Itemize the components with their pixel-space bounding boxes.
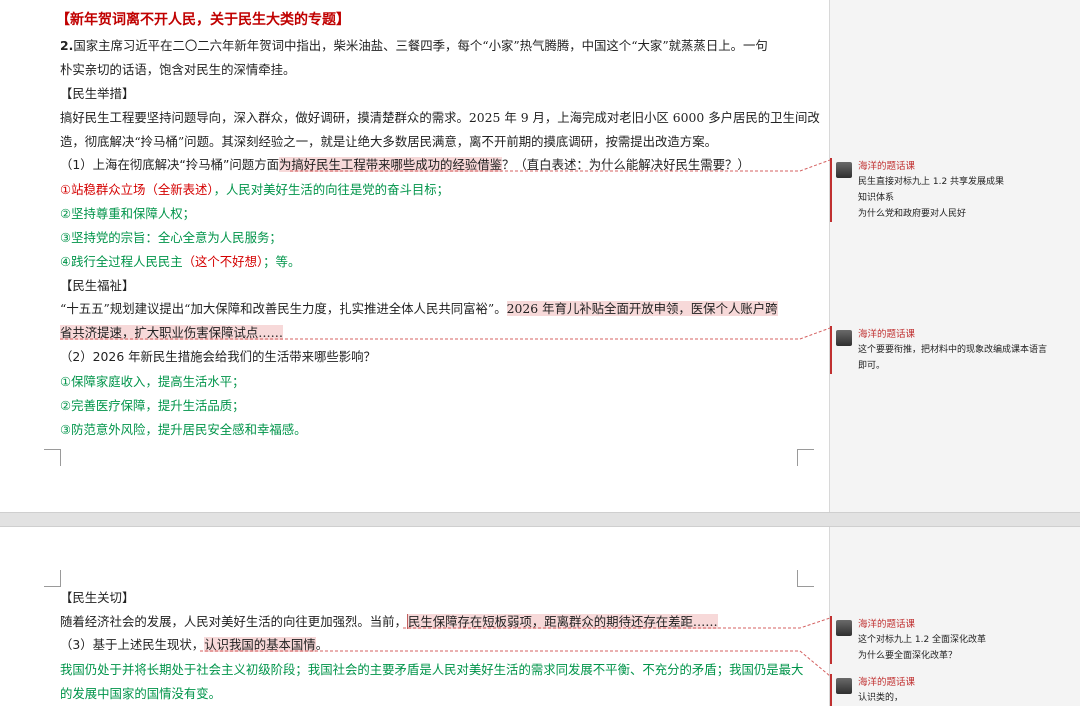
question-2: （2）2026 年新民生措施会给我们的生活带来哪些影响？ bbox=[60, 349, 376, 364]
comment-margin-pane bbox=[829, 0, 1080, 512]
comment-author: 海洋的题话课 bbox=[858, 329, 916, 340]
question-3: （3）基于上述民生现状，认识我国的基本国情。 bbox=[60, 635, 328, 653]
page-corner-mark bbox=[797, 570, 814, 587]
answer-c2: 的发展中国家的国情没有变。 bbox=[60, 686, 222, 701]
comment-author: 海洋的题话课 bbox=[858, 677, 916, 688]
page-corner-mark bbox=[44, 570, 61, 587]
q1-text-b: ？（直白表述：为什么能解决好民生需要？） bbox=[502, 157, 750, 172]
comment-bar bbox=[830, 158, 832, 222]
answer-1-green: ，人民对美好生活的向往是党的奋斗目标； bbox=[213, 182, 450, 197]
question-1: （1）上海在彻底解决“拎马桶”问题方面为搞好民生工程带来哪些成功的经验借鉴？（直… bbox=[60, 155, 750, 173]
answer-4-green-b: ；等。 bbox=[263, 254, 301, 269]
para2-highlight-2[interactable]: 省共济提速，扩大职业伤害保障试点…… bbox=[60, 325, 284, 340]
avatar bbox=[836, 162, 852, 178]
para1-line-1: 搞好民生工程要坚持问题导向，深入群众，做好调研，摸清楚群众的需求。2025 年 … bbox=[60, 110, 820, 125]
question-number: 2. bbox=[60, 38, 74, 53]
avatar bbox=[836, 330, 852, 346]
avatar bbox=[836, 620, 852, 636]
answer-3: ③坚持党的宗旨：全心全意为人民服务； bbox=[60, 230, 282, 245]
para2-highlight-1[interactable]: 2026 年育儿补贴全面开放申领，医保个人账户跨 bbox=[506, 301, 778, 316]
para2-line-2: 省共济提速，扩大职业伤害保障试点…… bbox=[60, 323, 284, 341]
answer-2: ②坚持尊重和保障人权； bbox=[60, 206, 196, 221]
page-corner-mark bbox=[797, 449, 814, 466]
section-heading-concerns: 【民生关切】 bbox=[60, 590, 135, 605]
comment-text: 民生直接对标九上 1.2 共享发展成果 知识体系 为什么党和政府要对人民好 bbox=[858, 177, 1005, 219]
comment-bar bbox=[830, 674, 832, 706]
answer-4-green-a: ④践行全过程人民民主 bbox=[60, 254, 183, 269]
comment-author: 海洋的题话课 bbox=[858, 161, 916, 172]
answer-4-red: （这个不好想） bbox=[182, 254, 264, 269]
comment-2[interactable]: 海洋的题话课 这个要要衔推，把材料中的现象改编成课本语言 即可。 bbox=[830, 326, 1075, 374]
q1-text-a: （1）上海在彻底解决“拎马桶”问题方面 bbox=[60, 157, 279, 172]
para3-line-1: 随着经济社会的发展，人民对美好生活的向往更加强烈。当前，民生保障存在短板弱项，距… bbox=[60, 612, 718, 630]
intro-line-1: 2.国家主席习近平在二〇二六年新年贺词中指出，柴米油盐、三餐四季，每个“小家”热… bbox=[60, 36, 768, 54]
para2-text-a: “十五五”规划建议提出“加大保障和改善民生力度，扎实推进全体人民共同富裕”。 bbox=[60, 301, 507, 316]
doc-title: 【新年贺词离不开人民，关于民生大类的专题】 bbox=[56, 12, 350, 28]
answer-b1: ①保障家庭收入，提高生活水平； bbox=[60, 374, 245, 389]
comment-bar bbox=[830, 326, 832, 374]
comment-text: 认识类的， bbox=[858, 693, 904, 703]
comment-1[interactable]: 海洋的题话课 民生直接对标九上 1.2 共享发展成果 知识体系 为什么党和政府要… bbox=[830, 158, 1075, 222]
answer-4: ④践行全过程人民民主（这个不好想）；等。 bbox=[60, 252, 300, 270]
para1-line-2: 造，彻底解决“拎马桶”问题。其深刻经验之一，就是让绝大多数居民满意，离不开前期的… bbox=[60, 134, 717, 149]
section-heading-welfare: 【民生福祉】 bbox=[60, 278, 135, 293]
avatar bbox=[836, 678, 852, 694]
q1-highlight[interactable]: 为搞好民生工程带来哪些成功的经验借鉴 bbox=[278, 157, 503, 172]
comment-bar bbox=[830, 616, 832, 664]
answer-c1: 我国仍处于并将长期处于社会主义初级阶段；我国社会的主要矛盾是人民对美好生活的需求… bbox=[60, 662, 804, 677]
comment-4[interactable]: 海洋的题话课 认识类的， bbox=[830, 674, 1075, 706]
document-page-1: 【新年贺词离不开人民，关于民生大类的专题】 2.国家主席习近平在二〇二六年新年贺… bbox=[0, 0, 829, 512]
answer-1: ①站稳群众立场（全新表述），人民对美好生活的向往是党的奋斗目标； bbox=[60, 180, 449, 198]
intro-text-1: 国家主席习近平在二〇二六年新年贺词中指出，柴米油盐、三餐四季，每个“小家”热气腾… bbox=[73, 38, 768, 53]
q3-highlight[interactable]: 认识我国的基本国情 bbox=[204, 637, 316, 652]
comment-text: 这个要要衔推，把材料中的现象改编成课本语言 即可。 bbox=[858, 345, 1048, 371]
document-page-2: 【民生关切】 随着经济社会的发展，人民对美好生活的向往更加强烈。当前，民生保障存… bbox=[0, 527, 829, 706]
q3-text-b: 。 bbox=[315, 637, 329, 652]
page-corner-mark bbox=[44, 449, 61, 466]
para3-text-a: 随着经济社会的发展，人民对美好生活的向往更加强烈。当前， bbox=[60, 614, 407, 629]
answer-b2: ②完善医疗保障，提升生活品质； bbox=[60, 398, 245, 413]
para2-line-1: “十五五”规划建议提出“加大保障和改善民生力度，扎实推进全体人民共同富裕”。20… bbox=[60, 299, 778, 317]
comment-author: 海洋的题话课 bbox=[858, 619, 916, 630]
answer-1-red: ①站稳群众立场（全新表述） bbox=[60, 182, 214, 197]
page-gap bbox=[0, 512, 1080, 527]
q3-text-a: （3）基于上述民生现状， bbox=[60, 637, 205, 652]
para3-highlight[interactable]: 民生保障存在短板弱项，距离群众的期待还存在差距…… bbox=[406, 614, 718, 629]
comment-text: 这个对标九上 1.2 全面深化改革 为什么要全面深化改革？ bbox=[858, 635, 987, 661]
intro-line-2: 朴实亲切的话语，饱含对民生的深情牵挂。 bbox=[60, 62, 296, 77]
answer-b3: ③防范意外风险，提升居民安全感和幸福感。 bbox=[60, 422, 307, 437]
section-heading-measures: 【民生举措】 bbox=[60, 86, 135, 101]
comment-3[interactable]: 海洋的题话课 这个对标九上 1.2 全面深化改革 为什么要全面深化改革？ bbox=[830, 616, 1075, 664]
